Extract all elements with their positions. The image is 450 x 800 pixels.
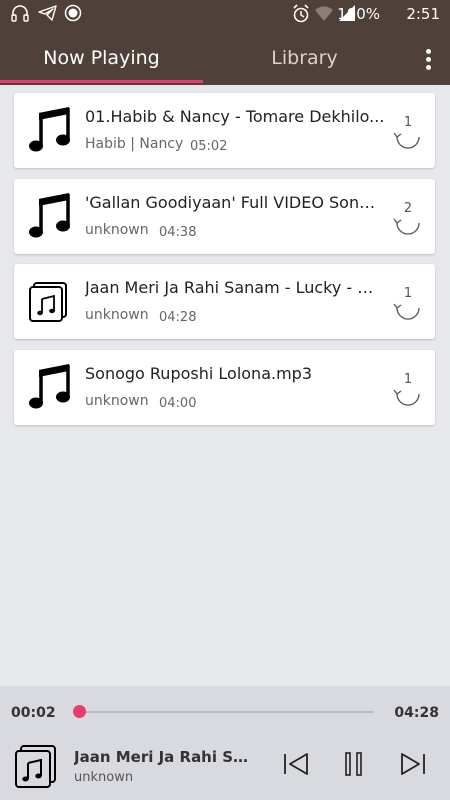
song-artist: Habib | Nancy (85, 136, 184, 152)
play-count-badge: 1 (391, 286, 425, 322)
previous-icon[interactable] (281, 749, 311, 779)
song-item[interactable]: Jaan Meri Ja Rahi Sanam - Lucky - No T..… (14, 264, 435, 339)
play-count: 1 (403, 372, 413, 387)
mini-player: 00:02 04:28 Jaan Meri Ja Rahi Sana... un… (0, 686, 450, 800)
song-duration: 04:28 (159, 310, 197, 325)
music-note-icon (28, 364, 72, 410)
album-icon[interactable] (14, 743, 60, 791)
song-title: Sonogo Ruposhi Lolona.mp3 (85, 364, 313, 383)
music-note-icon (28, 107, 72, 153)
now-playing-title[interactable]: Jaan Meri Ja Rahi Sana... (74, 748, 254, 766)
play-count-badge: 1 (391, 372, 425, 408)
seek-bar[interactable] (73, 705, 373, 718)
play-count: 2 (403, 201, 413, 216)
tab-indicator (0, 80, 203, 83)
song-item[interactable]: 01.Habib & Nancy - Tomare Dekhilo... Hab… (14, 93, 435, 168)
song-item[interactable]: Sonogo Ruposhi Lolona.mp3 unknown 04:00 … (14, 350, 435, 425)
headphones-icon (10, 4, 30, 26)
song-duration: 04:00 (159, 396, 197, 411)
now-playing-artist: unknown (74, 770, 134, 785)
next-icon[interactable] (398, 749, 428, 779)
song-title: 01.Habib & Nancy - Tomare Dekhilo... (85, 107, 385, 126)
battery-level: 100% (337, 5, 380, 23)
play-count: 1 (403, 115, 413, 130)
tab-library[interactable]: Library (203, 38, 406, 82)
song-artist: unknown (85, 222, 149, 238)
status-bar: 100% 2:51 (0, 0, 450, 28)
total-time: 04:28 (394, 705, 439, 721)
song-title: 'Gallan Goodiyaan' Full VIDEO Song -.. (85, 193, 385, 212)
song-duration: 05:02 (190, 139, 228, 154)
tab-bar: Now Playing Library (0, 38, 450, 85)
album-icon (28, 278, 72, 324)
telegram-icon (38, 4, 58, 26)
song-item[interactable]: 'Gallan Goodiyaan' Full VIDEO Song -.. u… (14, 179, 435, 254)
song-artist: unknown (85, 393, 149, 409)
record-icon (64, 4, 82, 26)
seek-thumb[interactable] (73, 705, 87, 718)
elapsed-time: 00:02 (11, 705, 56, 721)
app-bar: 100% 2:51 Now Playing Library (0, 0, 450, 85)
play-count-badge: 2 (391, 201, 425, 237)
wifi-icon (314, 4, 334, 26)
play-count: 1 (403, 286, 413, 301)
song-artist: unknown (85, 307, 149, 323)
clock: 2:51 (406, 5, 440, 23)
play-count-badge: 1 (391, 115, 425, 151)
overflow-menu-icon[interactable] (418, 46, 438, 76)
song-title: Jaan Meri Ja Rahi Sanam - Lucky - No T.. (85, 278, 385, 297)
pause-icon[interactable] (339, 749, 369, 779)
tab-now-playing[interactable]: Now Playing (0, 38, 203, 82)
music-note-icon (28, 193, 72, 239)
song-duration: 04:38 (159, 225, 197, 240)
alarm-icon (292, 4, 310, 28)
